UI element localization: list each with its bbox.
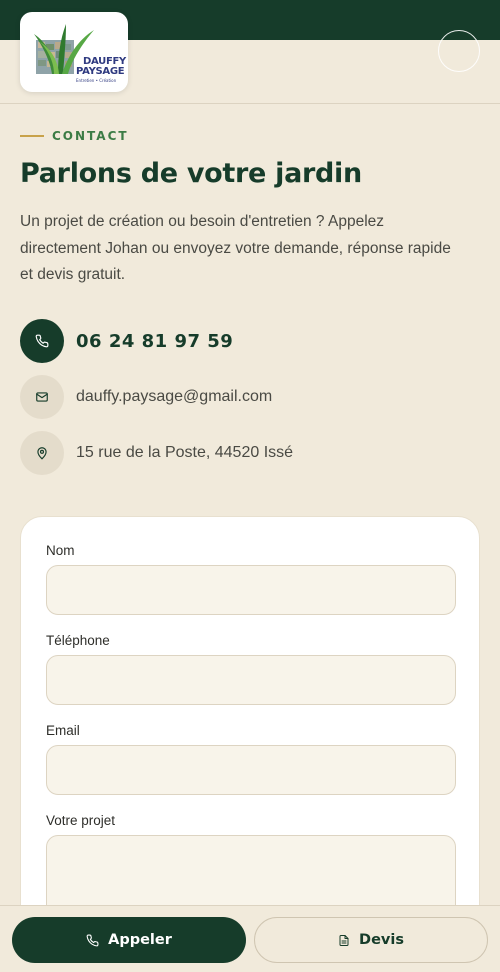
- email-input[interactable]: [46, 745, 456, 795]
- name-label: Nom: [46, 543, 75, 558]
- quote-button-label: Devis: [359, 932, 404, 948]
- quote-button[interactable]: Devis: [254, 917, 488, 963]
- email-row[interactable]: dauffy.paysage@gmail.com: [20, 375, 272, 419]
- phone-icon: [20, 319, 64, 363]
- email-link[interactable]: dauffy.paysage@gmail.com: [76, 388, 272, 406]
- address-row: 15 rue de la Poste, 44520 Issé: [20, 431, 293, 475]
- call-button-label: Appeler: [108, 932, 172, 948]
- section-title: Parlons de votre jardin: [20, 158, 362, 189]
- map-pin-icon: [20, 431, 64, 475]
- logo[interactable]: DAUFFY PAYSAGE Entretien • Création: [20, 12, 128, 92]
- mail-icon: [20, 375, 64, 419]
- menu-button[interactable]: [438, 30, 480, 72]
- bottom-action-bar: Appeler Devis: [0, 905, 500, 972]
- section-eyebrow: CONTACT: [20, 129, 129, 143]
- eyebrow-line: [20, 135, 44, 137]
- phone-icon: [86, 934, 99, 946]
- contact-form: Nom Téléphone Email Votre projet: [20, 516, 480, 972]
- eyebrow-text: CONTACT: [52, 129, 129, 143]
- phone-input[interactable]: [46, 655, 456, 705]
- section-intro: Un projet de création ou besoin d'entret…: [20, 213, 451, 283]
- email-label: Email: [46, 723, 80, 738]
- phone-number-link[interactable]: 06 24 81 97 59: [76, 331, 233, 352]
- phone-label: Téléphone: [46, 633, 110, 648]
- name-input[interactable]: [46, 565, 456, 615]
- project-label: Votre projet: [46, 813, 116, 828]
- logo-line2: PAYSAGE: [76, 66, 125, 77]
- address-text: 15 rue de la Poste, 44520 Issé: [76, 444, 294, 461]
- call-button[interactable]: Appeler: [12, 917, 246, 963]
- document-icon: [339, 934, 349, 946]
- logo-tagline: Entretien • Création: [76, 78, 117, 83]
- phone-row[interactable]: 06 24 81 97 59: [20, 319, 233, 363]
